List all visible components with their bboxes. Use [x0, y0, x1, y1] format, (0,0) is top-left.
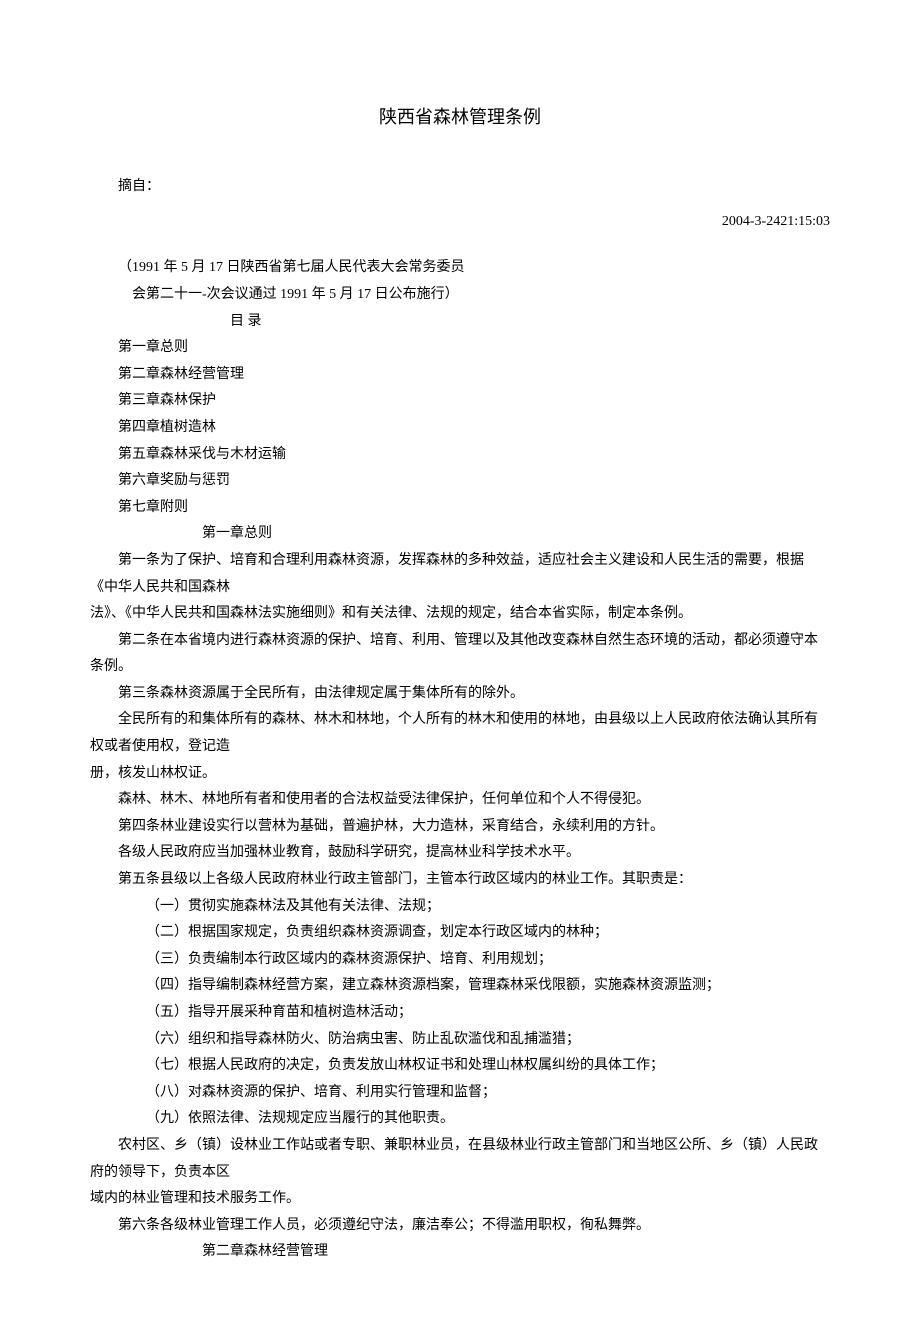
article-text: 域内的林业管理和技术服务工作。 [90, 1186, 830, 1213]
article-text: 第六条各级林业管理工作人员，必须遵纪守法，廉洁奉公；不得滥用职权，徇私舞弊。 [90, 1213, 830, 1240]
list-item: （五）指导开展采种育苗和植树造林活动； [146, 1000, 830, 1027]
toc-item: 第四章植树造林 [118, 415, 830, 442]
article-text: 各级人民政府应当加强林业教育，鼓励科学研究，提高林业科学技术水平。 [90, 840, 830, 867]
list-item: （三）负责编制本行政区域内的森林资源保护、培育、利用规划； [146, 947, 830, 974]
article-text: 法》、《中华人民共和国森林法实施细则》和有关法律、法规的规定，结合本省实际，制定… [90, 601, 830, 628]
article-text: 第一条为了保护、培育和合理利用森林资源，发挥森林的多种效益，适应社会主义建设和人… [90, 548, 830, 601]
toc-item: 第一章总则 [118, 335, 830, 362]
enactment-line-1: （1991 年 5 月 17 日陕西省第七届人民代表大会常务委员 [118, 255, 830, 282]
list-item: （八）对森林资源的保护、培育、利用实行管理和监督； [146, 1080, 830, 1107]
enactment-line-2: 会第二十一-次会议通过 1991 年 5 月 17 日公布施行） [132, 282, 830, 309]
document-title: 陕西省森林管理条例 [90, 100, 830, 134]
chapter-heading: 第二章森林经营管理 [202, 1239, 830, 1266]
toc-item: 第七章附则 [118, 495, 830, 522]
toc-label: 目 录 [230, 309, 830, 336]
chapter-heading: 第一章总则 [202, 521, 830, 548]
toc-item: 第三章森林保护 [118, 388, 830, 415]
article-text: 册，核发山林权证。 [90, 761, 830, 788]
list-item: （一）贯彻实施森林法及其他有关法律、法规； [146, 894, 830, 921]
article-text: 农村区、乡（镇）设林业工作站或者专职、兼职林业员，在县级林业行政主管部门和当地区… [90, 1133, 830, 1186]
toc-item: 第二章森林经营管理 [118, 362, 830, 389]
list-item: （九）依照法律、法规规定应当履行的其他职责。 [146, 1106, 830, 1133]
article-text: 全民所有的和集体所有的森林、林木和林地，个人所有的林木和使用的林地，由县级以上人… [90, 707, 830, 760]
list-item: （二）根据国家规定，负责组织森林资源调查，划定本行政区域内的林种； [146, 920, 830, 947]
list-item: （四）指导编制森林经营方案，建立森林资源档案，管理森林采伐限额，实施森林资源监测… [146, 973, 830, 1000]
toc-item: 第六章奖励与惩罚 [118, 468, 830, 495]
article-text: 第四条林业建设实行以营林为基础，普遍护林，大力造林，采育结合，永续利用的方针。 [90, 814, 830, 841]
toc-item: 第五章森林采伐与木材运输 [118, 442, 830, 469]
source-label: 摘自： [118, 174, 830, 201]
list-item: （六）组织和指导森林防火、防治病虫害、防止乱砍滥伐和乱捕滥猎； [146, 1027, 830, 1054]
article-text: 第三条森林资源属于全民所有，由法律规定属于集体所有的除外。 [90, 681, 830, 708]
timestamp: 2004-3-2421:15:03 [90, 209, 830, 236]
article-text: 第二条在本省境内进行森林资源的保护、培育、利用、管理以及其他改变森林自然生态环境… [90, 628, 830, 681]
list-item: （七）根据人民政府的决定，负责发放山林权证书和处理山林权属纠纷的具体工作； [146, 1053, 830, 1080]
article-text: 森林、林木、林地所有者和使用者的合法权益受法律保护，任何单位和个人不得侵犯。 [90, 787, 830, 814]
article-text: 第五条县级以上各级人民政府林业行政主管部门，主管本行政区域内的林业工作。其职责是… [90, 867, 830, 894]
